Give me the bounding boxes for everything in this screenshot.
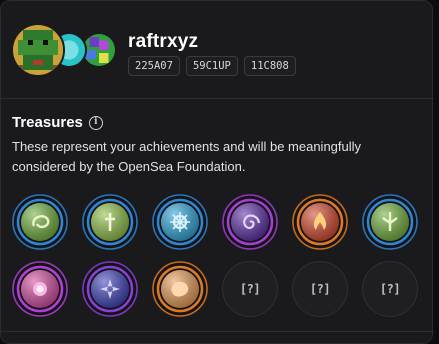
treasures-description: These represent your achievements and wi… [12,139,362,174]
avatar[interactable] [11,23,65,77]
profile-tag[interactable]: 11C808 [243,56,296,76]
treasure-badge-7[interactable] [12,261,68,317]
divider [1,98,434,99]
username: raftrxyz [128,31,199,52]
profile-tag[interactable]: 225A07 [128,56,180,76]
avatar-group[interactable] [11,23,117,77]
treasure-badge-6[interactable] [362,194,418,250]
profile-tag[interactable]: 59C1UP [185,56,238,76]
locked-treasure-badge[interactable]: [?] [292,261,348,317]
treasure-badge-1[interactable] [12,194,68,250]
profile-tags: 225A07 59C1UP 11C808 [128,56,296,76]
locked-badge-icon: [?] [309,282,331,296]
treasure-badge-4[interactable] [222,194,278,250]
divider [1,331,434,332]
treasure-badge-3[interactable] [152,194,208,250]
locked-badge-icon: [?] [239,282,261,296]
profile-card: raftrxyz 225A07 59C1UP 11C808 Treasures … [0,0,434,344]
section-title: Treasures i [12,114,103,131]
treasure-badge-2[interactable] [82,194,138,250]
locked-treasure-badge[interactable]: [?] [222,261,278,317]
treasure-badge-9[interactable] [152,261,208,317]
treasure-badge-5[interactable] [292,194,348,250]
locked-treasure-badge[interactable]: [?] [362,261,418,317]
gear-icon [170,212,190,232]
locked-badge-icon: [?] [379,282,401,296]
pink-icon [33,282,47,296]
treasures-title: Treasures [12,114,83,131]
treasure-badge-8[interactable] [82,261,138,317]
info-icon[interactable]: i [88,115,103,130]
